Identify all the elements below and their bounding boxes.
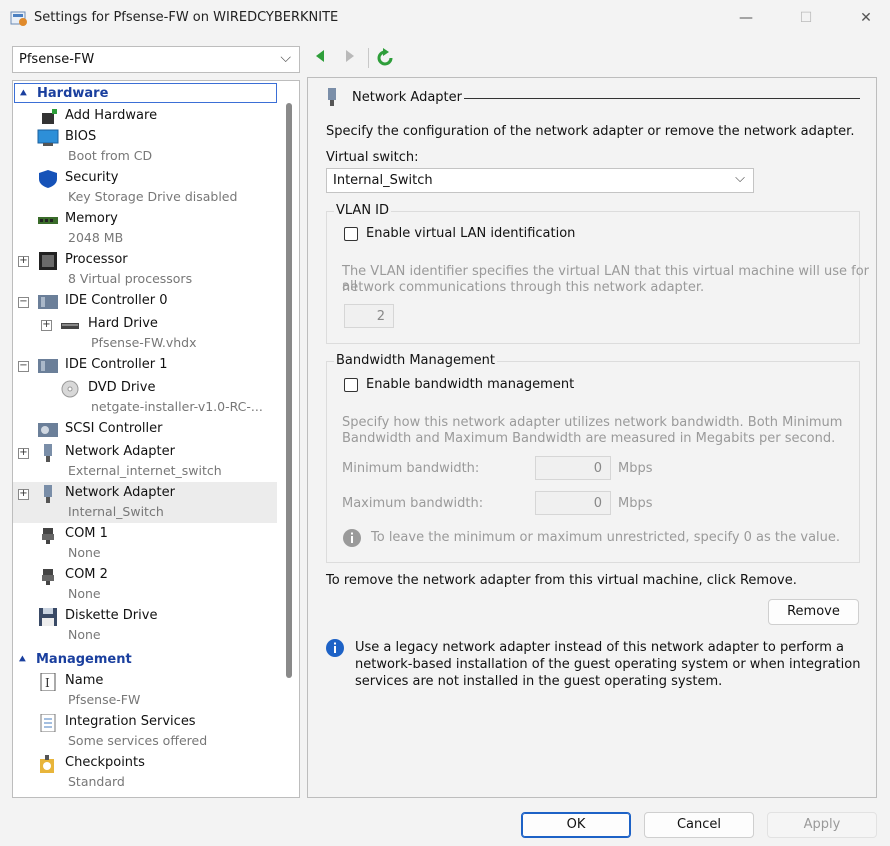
vlan-group-title: VLAN ID — [334, 203, 392, 218]
tree-item-com-2[interactable]: COM 2 None — [13, 564, 277, 605]
hard-drive-icon — [61, 323, 79, 329]
expand-icon[interactable]: + — [41, 320, 52, 331]
vlan-description-line2: network communications through this netw… — [342, 280, 705, 295]
bandwidth-description-line2: Bandwidth and Maximum Bandwidth are meas… — [342, 431, 836, 446]
name-icon: I — [40, 673, 56, 691]
cancel-button[interactable]: Cancel — [644, 812, 754, 838]
legacy-adapter-note-line2: network-based installation of the guest … — [355, 657, 861, 672]
tree-item-processor[interactable]: + Processor 8 Virtual processors — [13, 249, 277, 290]
vm-selector-dropdown[interactable]: Pfsense-FW ⌵ — [12, 46, 300, 73]
settings-tree: ⯅ Hardware Add Hardware BIOS Boot from CD… — [12, 80, 300, 798]
svg-text:I: I — [45, 676, 50, 690]
collapse-icon: ⯅ — [19, 87, 28, 100]
info-icon — [343, 529, 361, 547]
tree-item-com-1[interactable]: COM 1 None — [13, 523, 277, 564]
remove-button[interactable]: Remove — [768, 599, 859, 625]
tree-item-dvd-drive[interactable]: DVD Drive netgate-installer-v1.0-RC-... — [13, 377, 277, 418]
bios-icon — [37, 129, 59, 146]
bandwidth-group-title: Bandwidth Management — [334, 353, 497, 368]
enable-bandwidth-label: Enable bandwidth management — [366, 377, 575, 392]
title-bar: Settings for Pfsense-FW on WIREDCYBERKNI… — [0, 0, 890, 36]
tree-item-name[interactable]: I Name Pfsense-FW — [13, 670, 277, 711]
chevron-down-icon: ⌵ — [735, 171, 745, 186]
network-adapter-icon — [44, 485, 52, 503]
processor-icon — [39, 252, 57, 270]
close-button[interactable]: ✕ — [846, 6, 886, 30]
vlan-id-input[interactable]: 2 — [344, 304, 394, 328]
virtual-switch-label: Virtual switch: — [326, 150, 419, 165]
memory-icon — [38, 217, 58, 224]
com-port-icon — [42, 569, 54, 585]
com-port-icon — [42, 528, 54, 544]
ide-controller-icon — [38, 295, 58, 309]
dvd-drive-icon — [61, 380, 79, 398]
minimize-button[interactable]: — — [726, 6, 766, 30]
tree-item-security[interactable]: Security Key Storage Drive disabled — [13, 167, 277, 208]
legacy-adapter-note-line1: Use a legacy network adapter instead of … — [355, 640, 844, 655]
chevron-down-icon: ⌵ — [280, 50, 291, 66]
expand-icon[interactable]: + — [18, 448, 29, 459]
bandwidth-description-line1: Specify how this network adapter utilize… — [342, 415, 843, 430]
floppy-icon — [39, 608, 57, 626]
tree-item-diskette-drive[interactable]: Diskette Drive None — [13, 605, 277, 646]
legacy-adapter-note-line3: services are not installed in the guest … — [355, 674, 723, 689]
scsi-controller-icon — [38, 423, 58, 437]
hyperv-settings-icon — [10, 11, 27, 26]
enable-vlan-label: Enable virtual LAN identification — [366, 226, 576, 241]
minimum-bandwidth-input[interactable]: 0 — [535, 456, 611, 480]
tree-scrollbar-thumb[interactable] — [286, 103, 292, 678]
network-adapter-settings-panel: Network Adapter Specify the configuratio… — [307, 77, 877, 798]
refresh-icon[interactable] — [375, 47, 395, 69]
expand-icon[interactable]: + — [18, 489, 29, 500]
tree-item-network-adapter-external[interactable]: + Network Adapter External_internet_swit… — [13, 441, 277, 482]
enable-vlan-checkbox[interactable] — [344, 227, 358, 241]
collapse-tree-icon[interactable]: − — [18, 297, 29, 308]
enable-bandwidth-checkbox[interactable] — [344, 378, 358, 392]
vm-selector-value: Pfsense-FW — [19, 52, 95, 67]
title-rule — [464, 98, 860, 99]
tree-item-integration-services[interactable]: Integration Services Some services offer… — [13, 711, 277, 752]
collapse-icon: ⯅ — [18, 653, 27, 666]
management-section-header[interactable]: ⯅ Management — [14, 650, 277, 670]
toolbar-divider — [368, 48, 369, 68]
tree-item-memory[interactable]: Memory 2048 MB — [13, 208, 277, 249]
forward-arrow-icon[interactable] — [343, 49, 357, 63]
window-title: Settings for Pfsense-FW on WIREDCYBERKNI… — [34, 10, 339, 25]
tree-item-network-adapter-internal[interactable]: + Network Adapter Internal_Switch — [13, 482, 277, 523]
back-arrow-icon[interactable] — [313, 49, 327, 63]
integration-services-icon — [40, 714, 56, 732]
apply-button[interactable]: Apply — [767, 812, 877, 838]
network-adapter-icon — [44, 444, 52, 462]
maximize-button[interactable]: ☐ — [786, 6, 826, 30]
shield-icon — [39, 170, 57, 188]
ok-button[interactable]: OK — [521, 812, 631, 838]
maximum-bandwidth-input[interactable]: 0 — [535, 491, 611, 515]
add-hardware-icon — [42, 109, 57, 124]
collapse-tree-icon[interactable]: − — [18, 361, 29, 372]
virtual-switch-dropdown[interactable]: Internal_Switch ⌵ — [326, 168, 754, 193]
tree-item-bios[interactable]: BIOS Boot from CD — [13, 126, 277, 167]
bandwidth-hint: To leave the minimum or maximum unrestri… — [371, 530, 841, 545]
ide-controller-icon — [38, 359, 58, 373]
network-adapter-icon — [328, 88, 336, 106]
tree-item-checkpoints[interactable]: Checkpoints Standard — [13, 752, 277, 793]
maximum-bandwidth-label: Maximum bandwidth: — [342, 496, 484, 511]
minimum-bandwidth-label: Minimum bandwidth: — [342, 461, 480, 476]
hardware-section-header[interactable]: ⯅ Hardware — [14, 83, 277, 103]
panel-title: Network Adapter — [352, 90, 462, 105]
intro-text: Specify the configuration of the network… — [326, 124, 855, 139]
maximum-bandwidth-unit: Mbps — [618, 496, 653, 511]
checkpoints-icon — [40, 755, 54, 773]
info-icon — [326, 639, 344, 657]
minimum-bandwidth-unit: Mbps — [618, 461, 653, 476]
virtual-switch-value: Internal_Switch — [333, 173, 433, 188]
remove-instruction: To remove the network adapter from this … — [326, 573, 797, 588]
expand-icon[interactable]: + — [18, 256, 29, 267]
tree-item-hard-drive[interactable]: + Hard Drive Pfsense-FW.vhdx — [13, 313, 277, 354]
